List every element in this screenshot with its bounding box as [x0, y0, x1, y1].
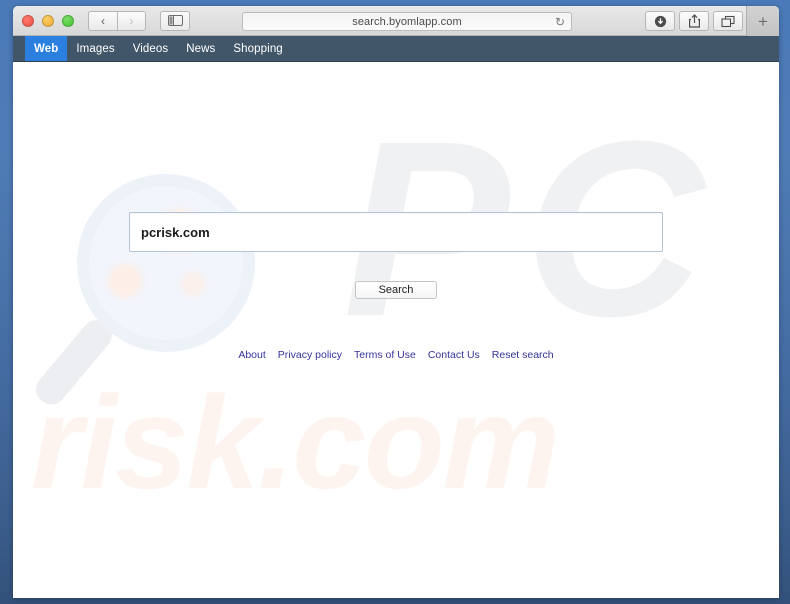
- maximize-window-button[interactable]: [62, 14, 74, 27]
- tab-overview-button[interactable]: [713, 11, 743, 31]
- back-button[interactable]: ‹: [88, 10, 117, 31]
- nav-tab-news[interactable]: News: [177, 36, 224, 61]
- navigation-buttons: ‹ ›: [88, 10, 146, 31]
- footer-link-privacy-policy[interactable]: Privacy policy: [278, 349, 342, 361]
- window-controls: [13, 14, 74, 27]
- footer-link-terms-of-use[interactable]: Terms of Use: [354, 349, 416, 361]
- magnifier-handle: [30, 314, 118, 411]
- new-tab-button[interactable]: +: [746, 6, 779, 36]
- domain-watermark-text: risk.com: [31, 369, 560, 516]
- nav-tab-shopping-label: Shopping: [233, 42, 283, 55]
- share-icon: [688, 14, 700, 28]
- nav-tab-videos[interactable]: Videos: [124, 36, 178, 61]
- browser-window: ‹ › search.byomlapp.com ↻ + Web Images V…: [13, 6, 779, 598]
- footer-link-contact-us[interactable]: Contact Us: [428, 349, 480, 361]
- sidebar-toggle-icon: [167, 15, 183, 26]
- search-page-content: PC risk.com Search About Privacy policy …: [13, 62, 779, 598]
- search-input[interactable]: [129, 212, 663, 252]
- site-navigation-bar: Web Images Videos News Shopping: [13, 36, 779, 62]
- nav-tab-news-label: News: [186, 42, 216, 55]
- nav-tab-web[interactable]: Web: [25, 36, 68, 61]
- chevron-left-icon: ‹: [101, 13, 105, 28]
- nav-tab-shopping[interactable]: Shopping: [224, 36, 291, 61]
- downloads-button[interactable]: [645, 11, 675, 31]
- tab-overview-icon: [721, 15, 735, 27]
- toolbar-right-group: [645, 11, 743, 31]
- download-icon: [654, 15, 666, 27]
- search-form: Search: [13, 62, 779, 299]
- address-bar-url: search.byomlapp.com: [352, 15, 462, 28]
- sidebar-toggle-button[interactable]: [160, 10, 190, 31]
- share-button[interactable]: [679, 11, 709, 31]
- search-button[interactable]: Search: [355, 281, 437, 299]
- browser-titlebar: ‹ › search.byomlapp.com ↻ +: [13, 6, 779, 36]
- close-window-button[interactable]: [22, 14, 34, 27]
- reload-icon[interactable]: ↻: [555, 15, 565, 30]
- footer-links: About Privacy policy Terms of Use Contac…: [13, 349, 779, 361]
- footer-link-about[interactable]: About: [238, 349, 265, 361]
- nav-tab-videos-label: Videos: [132, 42, 169, 55]
- nav-tab-images-label: Images: [76, 42, 115, 55]
- footer-link-reset-search[interactable]: Reset search: [492, 349, 554, 361]
- minimize-window-button[interactable]: [42, 14, 54, 27]
- chevron-right-icon: ›: [129, 13, 134, 28]
- forward-button[interactable]: ›: [117, 10, 146, 31]
- nav-tab-images[interactable]: Images: [67, 36, 123, 61]
- address-bar[interactable]: search.byomlapp.com ↻: [242, 12, 572, 31]
- nav-tab-web-label: Web: [34, 42, 59, 55]
- plus-icon: +: [758, 11, 768, 31]
